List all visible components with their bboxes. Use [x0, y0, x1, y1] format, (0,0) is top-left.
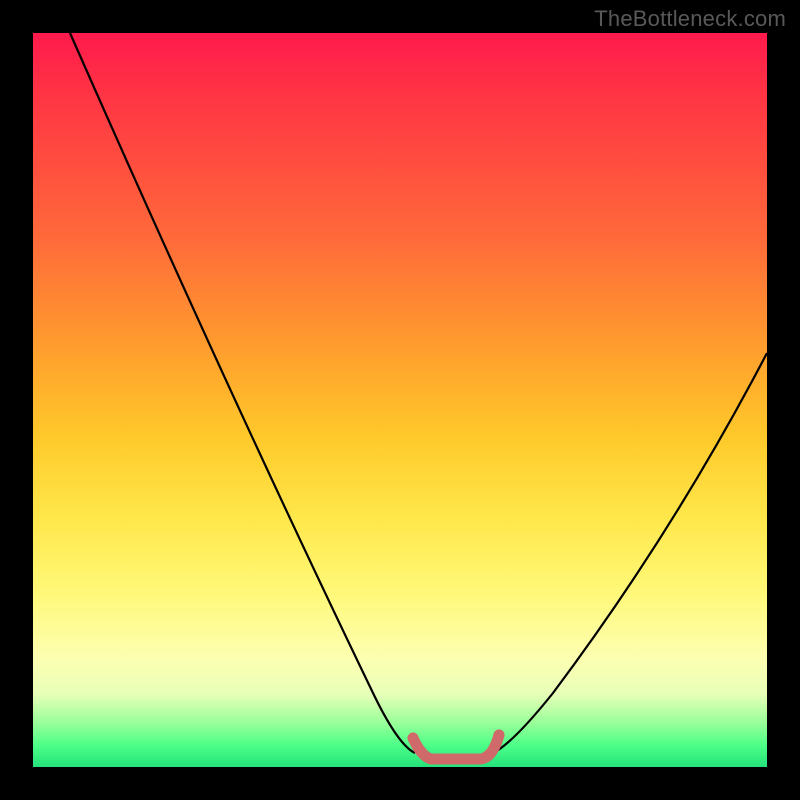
- plateau-left-cap: [408, 733, 419, 744]
- optimal-plateau: [413, 735, 499, 759]
- watermark-text: TheBottleneck.com: [594, 6, 786, 32]
- curve-left-branch: [70, 33, 415, 753]
- chart-frame: TheBottleneck.com: [0, 0, 800, 800]
- plot-area: [33, 33, 767, 767]
- plateau-right-cap: [494, 730, 505, 741]
- curve-right-branch: [493, 353, 767, 753]
- chart-svg: [33, 33, 767, 767]
